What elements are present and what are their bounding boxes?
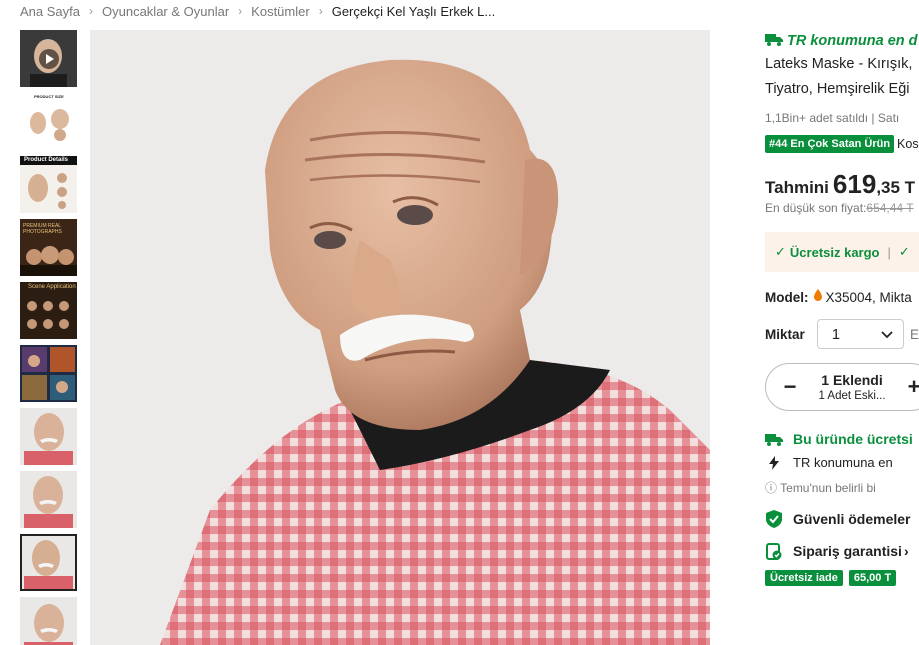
breadcrumb-separator: › [318, 4, 323, 18]
quantity-extra: E [909, 326, 919, 342]
cart-status[interactable]: 1 Eklendi 1 Adet Eski... [800, 371, 904, 403]
price-row: Tahmini 619 ,35 T [765, 169, 919, 200]
old-man-mask-photo [90, 30, 710, 645]
sold-text: 1,1Bin+ adet satıldı [765, 111, 869, 125]
decrease-button[interactable]: − [780, 374, 800, 400]
cart-quantity-control: − 1 Eklendi 1 Adet Eski... + [765, 363, 919, 411]
main-product-image[interactable] [90, 30, 710, 645]
thumbnail-image[interactable] [20, 345, 77, 402]
credit-tag: 65,00 T [848, 570, 897, 586]
model-value: X35004, Mikta [825, 289, 912, 305]
tr-location-text: TR konumuna en [793, 455, 893, 470]
price-integer: 619 [832, 169, 877, 199]
product-title-line-2: Tiyatro, Hemşirelik Eği [765, 81, 910, 97]
product-title-line-1: Lateks Maske - Kırışık, [765, 56, 913, 72]
free-shipping-text: Bu üründe ücretsi [793, 431, 913, 447]
check-icon: ✓ [775, 244, 786, 259]
thumbnail-image[interactable]: Scene Application [20, 282, 77, 339]
guarantee-tags: Ücretsiz iade 65,00 T [765, 570, 919, 586]
info-icon: ⓘ [765, 481, 778, 495]
lowest-price-value: 654,44 T [866, 201, 914, 215]
thumbnail-image[interactable] [20, 597, 77, 645]
breadcrumb-separator: › [89, 4, 93, 18]
thumbnail-image[interactable] [20, 408, 77, 465]
thumbnail-image[interactable]: PRODUCT SIZE [20, 93, 77, 150]
temu-note-text: Temu'nun belirli bi [780, 481, 876, 495]
quantity-select[interactable]: 1 [816, 319, 904, 349]
truck-icon [765, 33, 783, 50]
cart-added-text: 1 Eklendi [821, 372, 883, 388]
rank-category[interactable]: Kos [897, 137, 919, 151]
breadcrumb: Ana Sayfa › Oyuncaklar & Oyunlar › Kostü… [20, 2, 495, 20]
perk-divider: | [887, 244, 891, 260]
rank-row: #44 En Çok Satan Ürün Kos [765, 135, 919, 153]
secure-payment-row[interactable]: Güvenli ödemeler [765, 510, 919, 528]
chevron-right-icon: › [903, 543, 909, 559]
model-label: Model: [765, 289, 809, 305]
thumbnail-image[interactable]: Product Details [20, 156, 77, 213]
price-label: Tahmini [765, 178, 829, 197]
free-return-tag: Ücretsiz iade [765, 570, 843, 586]
increase-button[interactable]: + [904, 374, 919, 400]
play-icon [39, 49, 59, 69]
check-icon: ✓ [898, 244, 910, 259]
thumbnail-caption: Product Details [24, 157, 69, 163]
lowest-price-row: En düşük son fiyat:654,44 T [765, 201, 919, 215]
shipping-banner-text: TR konumuna en d [787, 33, 918, 49]
temu-note: ⓘ Temu'nun belirli bi [765, 479, 919, 496]
chevron-down-icon [881, 326, 893, 343]
breadcrumb-costumes[interactable]: Kostümler [251, 4, 310, 19]
sold-separator: | [871, 111, 875, 125]
thumbnail-video[interactable] [20, 30, 77, 87]
guarantee-icon [765, 542, 783, 560]
lightning-icon [765, 455, 783, 470]
tr-location-row: TR konumuna en [765, 455, 919, 470]
quantity-value: 1 [831, 325, 841, 343]
product-info-panel: TR konumuna en d Lateks Maske - Kırışık,… [765, 30, 919, 645]
bestseller-badge[interactable]: #44 En Çok Satan Ürün [765, 135, 895, 153]
seller-link[interactable]: Satı [878, 111, 899, 125]
thumbnail-image[interactable]: PREMIUM REAL PHOTOGRAPHS [20, 219, 77, 276]
secure-payment-text: Güvenli ödemeler [793, 511, 911, 527]
thumbnail-image[interactable] [20, 471, 77, 528]
model-row[interactable]: Model: X35004, Mikta [765, 289, 919, 305]
order-guarantee-text: Sipariş garantisi [793, 543, 902, 559]
thumbnail-strip: PRODUCT SIZE Product Details PREMIUM REA… [20, 30, 77, 645]
thumbnail-caption: PREMIUM REAL PHOTOGRAPHS [23, 223, 62, 235]
free-shipping-perk: Ücretsiz kargo [789, 244, 880, 260]
sold-count: 1,1Bin+ adet satıldı | Satı [765, 111, 919, 125]
cart-sub-text: 1 Adet Eski... [818, 390, 886, 402]
lowest-price-label: En düşük son fiyat: [765, 201, 867, 215]
thumbnail-image-selected[interactable] [20, 534, 77, 591]
breadcrumb-toys-games[interactable]: Oyuncaklar & Oyunlar [102, 4, 229, 19]
quantity-row: Miktar 1 E [765, 319, 919, 349]
truck-icon [765, 433, 783, 446]
quantity-label: Miktar [765, 326, 805, 342]
shield-icon [765, 510, 783, 528]
breadcrumb-home[interactable]: Ana Sayfa [20, 4, 80, 19]
price-decimal: ,35 T [876, 178, 916, 197]
flame-icon [813, 289, 823, 305]
free-shipping-row[interactable]: Bu üründe ücretsi [765, 431, 919, 447]
breadcrumb-separator: › [238, 4, 243, 18]
thumbnail-caption: Scene Application [28, 284, 76, 290]
shipping-banner: TR konumuna en d [765, 30, 919, 52]
thumbnail-caption: PRODUCT SIZE [34, 94, 64, 99]
breadcrumb-current-product: Gerçekçi Kel Yaşlı Erkek L... [331, 3, 496, 19]
perks-bar[interactable]: ✓ Ücretsiz kargo | ✓ [765, 232, 919, 272]
order-guarantee-row[interactable]: Sipariş garantisi › [765, 542, 919, 560]
